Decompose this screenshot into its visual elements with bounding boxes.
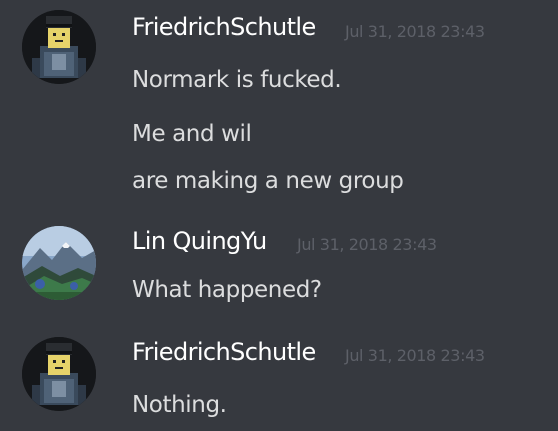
- message-timestamp: Jul 31, 2018 23:43: [297, 235, 437, 254]
- message-timestamp: Jul 31, 2018 23:43: [345, 346, 485, 365]
- message-text: Me and wil: [132, 121, 252, 147]
- chat-message-list: FriedrichSchutle Jul 31, 2018 23:43 Norm…: [0, 0, 558, 431]
- message-author[interactable]: FriedrichSchutle: [132, 12, 316, 42]
- message-text: Normark is fucked.: [132, 67, 342, 93]
- message-timestamp: Jul 31, 2018 23:43: [345, 22, 485, 41]
- avatar[interactable]: [22, 337, 96, 411]
- message-text: What happened?: [132, 277, 322, 303]
- mountain-landscape-avatar-icon: [22, 226, 96, 300]
- avatar[interactable]: [22, 226, 96, 300]
- avatar[interactable]: [22, 10, 96, 84]
- roblox-character-avatar-icon: [22, 337, 96, 411]
- message-text: are making a new group: [132, 168, 404, 194]
- message-text: Nothing.: [132, 392, 227, 418]
- message-author[interactable]: FriedrichSchutle: [132, 337, 316, 367]
- roblox-character-avatar-icon: [22, 10, 96, 84]
- message-author[interactable]: Lin QuingYu: [132, 226, 267, 256]
